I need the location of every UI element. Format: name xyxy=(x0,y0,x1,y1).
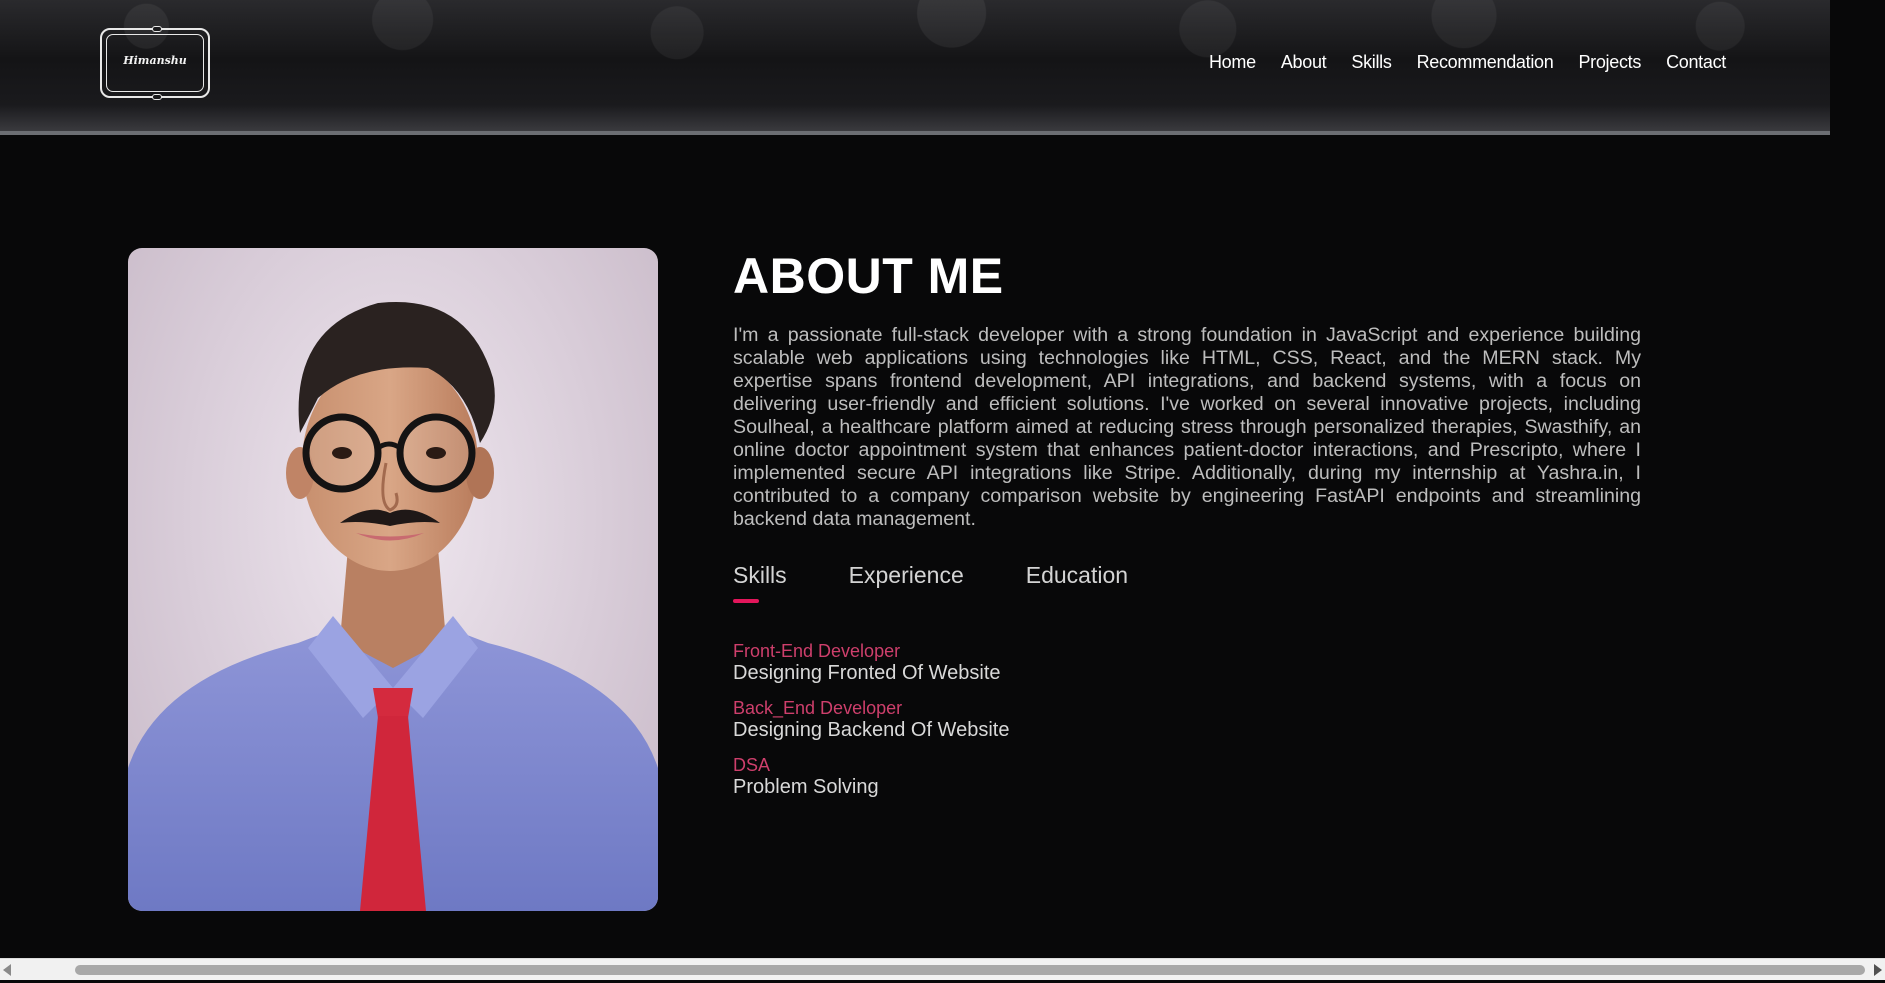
list-item: DSA Problem Solving xyxy=(733,755,1009,799)
site-header: Himanshu Home About Skills Recommendatio… xyxy=(0,0,1830,135)
nav-about[interactable]: About xyxy=(1281,52,1327,73)
list-item: Back_End Developer Designing Backend Of … xyxy=(733,698,1009,742)
main-nav: Home About Skills Recommendation Project… xyxy=(1209,52,1726,73)
nav-projects[interactable]: Projects xyxy=(1578,52,1641,73)
tab-education[interactable]: Education xyxy=(1026,562,1128,589)
scrollbar-thumb[interactable] xyxy=(75,965,1865,975)
nav-skills[interactable]: Skills xyxy=(1351,52,1392,73)
skill-description: Designing Fronted Of Website xyxy=(733,662,1001,684)
logo-ornament-top xyxy=(152,26,162,32)
nav-recommendation[interactable]: Recommendation xyxy=(1417,52,1554,73)
tab-skills[interactable]: Skills xyxy=(733,562,787,603)
skill-title: DSA xyxy=(733,755,771,775)
about-title: ABOUT ME xyxy=(733,248,1004,304)
skills-list: Front-End Developer Designing Fronted Of… xyxy=(733,641,1009,812)
site-logo[interactable]: Himanshu xyxy=(100,26,210,100)
about-tabs: Skills Experience Education xyxy=(733,562,1190,603)
list-item: Front-End Developer Designing Fronted Of… xyxy=(733,641,1009,685)
skill-title: Front-End Developer xyxy=(733,641,901,661)
nav-home[interactable]: Home xyxy=(1209,52,1256,73)
about-description: I'm a passionate full-stack developer wi… xyxy=(733,324,1641,530)
tab-experience[interactable]: Experience xyxy=(849,562,964,589)
skill-description: Designing Backend Of Website xyxy=(733,719,1010,741)
horizontal-scrollbar[interactable] xyxy=(0,958,1885,980)
logo-ornament-bottom xyxy=(152,94,162,100)
skill-title: Back_End Developer xyxy=(733,698,903,718)
skill-description: Problem Solving xyxy=(733,776,879,798)
scroll-left-arrow-icon[interactable] xyxy=(3,964,11,976)
profile-photo xyxy=(128,248,658,911)
about-section: ABOUT ME I'm a passionate full-stack dev… xyxy=(733,248,1641,798)
logo-text: Himanshu xyxy=(123,54,187,67)
nav-contact[interactable]: Contact xyxy=(1666,52,1726,73)
scroll-right-arrow-icon[interactable] xyxy=(1874,964,1882,976)
